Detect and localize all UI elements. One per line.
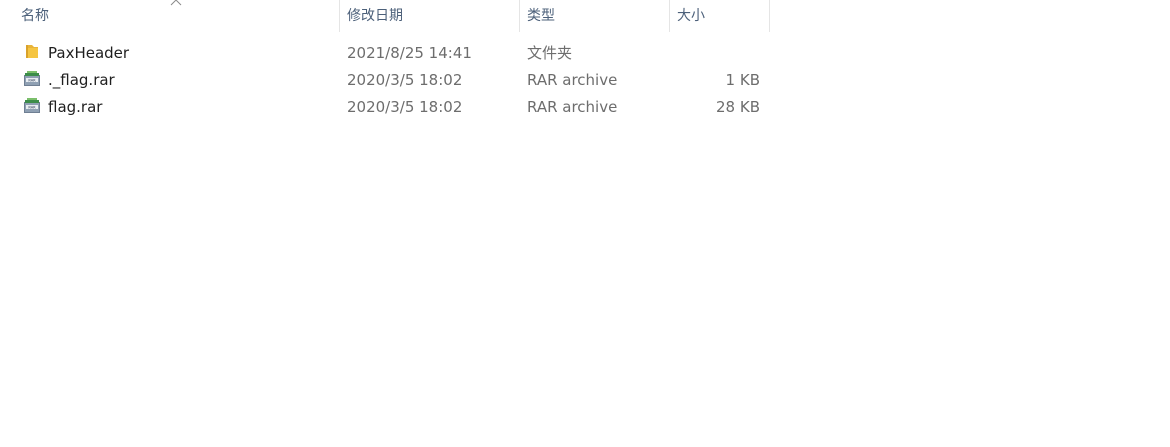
file-date: 2020/3/5 18:02 — [347, 98, 463, 116]
file-size: 1 KB — [725, 71, 760, 89]
column-header-date[interactable]: 修改日期 — [340, 0, 520, 32]
file-row[interactable]: RAR flag.rar 2020/3/5 18:02 RAR archive … — [0, 94, 770, 121]
column-header-row: 名称 修改日期 类型 大小 — [0, 0, 770, 32]
svg-text:RAR: RAR — [28, 105, 36, 109]
column-header-type[interactable]: 类型 — [520, 0, 670, 32]
folder-icon — [26, 45, 38, 58]
file-row[interactable]: RAR ._flag.rar 2020/3/5 18:02 RAR archiv… — [0, 67, 770, 94]
column-header-type-label: 类型 — [527, 8, 555, 24]
chevron-up-icon — [170, 0, 182, 6]
file-type: 文件夹 — [527, 44, 573, 62]
file-type: RAR archive — [527, 98, 618, 116]
file-rows: PaxHeader 2021/8/25 14:41 文件夹 RAR ._flag… — [0, 40, 770, 121]
column-header-size-label: 大小 — [677, 8, 705, 24]
column-header-name[interactable]: 名称 — [0, 0, 340, 32]
file-list-view: 名称 修改日期 类型 大小 PaxHeader 2021/8/25 14:41 … — [0, 0, 1170, 447]
file-name: PaxHeader — [48, 44, 130, 62]
rar-archive-icon: RAR — [24, 98, 40, 113]
svg-text:RAR: RAR — [28, 78, 36, 82]
rar-archive-icon: RAR — [24, 71, 40, 86]
column-header-name-label: 名称 — [21, 8, 49, 24]
file-name: ._flag.rar — [48, 71, 115, 89]
file-type: RAR archive — [527, 71, 618, 89]
column-header-size[interactable]: 大小 — [670, 0, 770, 32]
file-row[interactable]: PaxHeader 2021/8/25 14:41 文件夹 — [0, 40, 770, 67]
file-size: 28 KB — [716, 98, 760, 116]
file-name: flag.rar — [48, 98, 103, 116]
file-date: 2021/8/25 14:41 — [347, 44, 472, 62]
column-header-date-label: 修改日期 — [347, 8, 403, 24]
file-date: 2020/3/5 18:02 — [347, 71, 463, 89]
